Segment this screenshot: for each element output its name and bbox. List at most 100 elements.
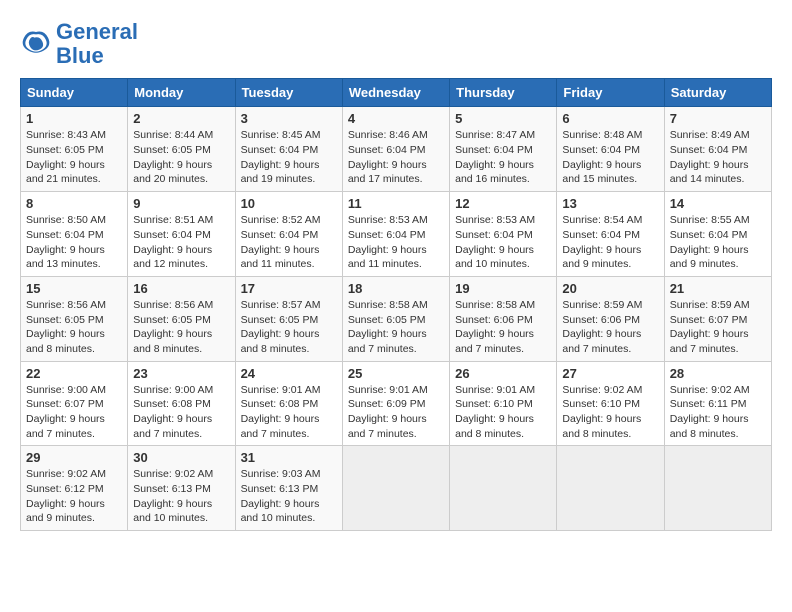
calendar-header-row: SundayMondayTuesdayWednesdayThursdayFrid…	[21, 79, 772, 107]
calendar-cell: 21 Sunrise: 8:59 AM Sunset: 6:07 PM Dayl…	[664, 276, 771, 361]
day-number: 16	[133, 281, 229, 296]
day-info: Sunrise: 9:01 AM Sunset: 6:10 PM Dayligh…	[455, 383, 551, 442]
day-info: Sunrise: 9:00 AM Sunset: 6:08 PM Dayligh…	[133, 383, 229, 442]
day-info: Sunrise: 9:01 AM Sunset: 6:08 PM Dayligh…	[241, 383, 337, 442]
calendar-cell: 11 Sunrise: 8:53 AM Sunset: 6:04 PM Dayl…	[342, 192, 449, 277]
day-info: Sunrise: 8:53 AM Sunset: 6:04 PM Dayligh…	[455, 213, 551, 272]
day-number: 31	[241, 450, 337, 465]
day-number: 21	[670, 281, 766, 296]
calendar-cell: 29 Sunrise: 9:02 AM Sunset: 6:12 PM Dayl…	[21, 446, 128, 531]
day-info: Sunrise: 8:57 AM Sunset: 6:05 PM Dayligh…	[241, 298, 337, 357]
day-number: 25	[348, 366, 444, 381]
day-number: 30	[133, 450, 229, 465]
day-number: 4	[348, 111, 444, 126]
day-number: 1	[26, 111, 122, 126]
day-info: Sunrise: 8:48 AM Sunset: 6:04 PM Dayligh…	[562, 128, 658, 187]
calendar-cell: 8 Sunrise: 8:50 AM Sunset: 6:04 PM Dayli…	[21, 192, 128, 277]
calendar-header-friday: Friday	[557, 79, 664, 107]
calendar-week-1: 1 Sunrise: 8:43 AM Sunset: 6:05 PM Dayli…	[21, 107, 772, 192]
day-info: Sunrise: 8:52 AM Sunset: 6:04 PM Dayligh…	[241, 213, 337, 272]
calendar-header-wednesday: Wednesday	[342, 79, 449, 107]
calendar-cell	[664, 446, 771, 531]
day-number: 14	[670, 196, 766, 211]
day-info: Sunrise: 9:02 AM Sunset: 6:12 PM Dayligh…	[26, 467, 122, 526]
calendar-header-sunday: Sunday	[21, 79, 128, 107]
calendar-cell	[342, 446, 449, 531]
day-info: Sunrise: 9:02 AM Sunset: 6:11 PM Dayligh…	[670, 383, 766, 442]
calendar-cell: 14 Sunrise: 8:55 AM Sunset: 6:04 PM Dayl…	[664, 192, 771, 277]
calendar-cell: 27 Sunrise: 9:02 AM Sunset: 6:10 PM Dayl…	[557, 361, 664, 446]
page-header: General Blue	[20, 20, 772, 68]
day-info: Sunrise: 8:56 AM Sunset: 6:05 PM Dayligh…	[26, 298, 122, 357]
logo-icon	[20, 28, 52, 60]
calendar-cell: 12 Sunrise: 8:53 AM Sunset: 6:04 PM Dayl…	[450, 192, 557, 277]
calendar-week-3: 15 Sunrise: 8:56 AM Sunset: 6:05 PM Dayl…	[21, 276, 772, 361]
day-number: 6	[562, 111, 658, 126]
day-number: 8	[26, 196, 122, 211]
day-number: 26	[455, 366, 551, 381]
day-number: 20	[562, 281, 658, 296]
logo: General Blue	[20, 20, 138, 68]
day-number: 5	[455, 111, 551, 126]
calendar-cell: 30 Sunrise: 9:02 AM Sunset: 6:13 PM Dayl…	[128, 446, 235, 531]
calendar-week-5: 29 Sunrise: 9:02 AM Sunset: 6:12 PM Dayl…	[21, 446, 772, 531]
day-number: 12	[455, 196, 551, 211]
day-number: 29	[26, 450, 122, 465]
calendar-cell: 24 Sunrise: 9:01 AM Sunset: 6:08 PM Dayl…	[235, 361, 342, 446]
calendar-cell: 15 Sunrise: 8:56 AM Sunset: 6:05 PM Dayl…	[21, 276, 128, 361]
day-number: 24	[241, 366, 337, 381]
calendar-cell: 10 Sunrise: 8:52 AM Sunset: 6:04 PM Dayl…	[235, 192, 342, 277]
day-number: 17	[241, 281, 337, 296]
calendar-cell	[557, 446, 664, 531]
calendar-header-monday: Monday	[128, 79, 235, 107]
day-info: Sunrise: 9:03 AM Sunset: 6:13 PM Dayligh…	[241, 467, 337, 526]
calendar-cell: 4 Sunrise: 8:46 AM Sunset: 6:04 PM Dayli…	[342, 107, 449, 192]
day-number: 23	[133, 366, 229, 381]
calendar-cell: 17 Sunrise: 8:57 AM Sunset: 6:05 PM Dayl…	[235, 276, 342, 361]
calendar-cell: 6 Sunrise: 8:48 AM Sunset: 6:04 PM Dayli…	[557, 107, 664, 192]
day-info: Sunrise: 8:46 AM Sunset: 6:04 PM Dayligh…	[348, 128, 444, 187]
day-info: Sunrise: 8:43 AM Sunset: 6:05 PM Dayligh…	[26, 128, 122, 187]
calendar-cell: 23 Sunrise: 9:00 AM Sunset: 6:08 PM Dayl…	[128, 361, 235, 446]
day-info: Sunrise: 8:54 AM Sunset: 6:04 PM Dayligh…	[562, 213, 658, 272]
day-number: 27	[562, 366, 658, 381]
day-number: 7	[670, 111, 766, 126]
calendar-cell: 3 Sunrise: 8:45 AM Sunset: 6:04 PM Dayli…	[235, 107, 342, 192]
calendar-cell: 20 Sunrise: 8:59 AM Sunset: 6:06 PM Dayl…	[557, 276, 664, 361]
calendar-cell: 31 Sunrise: 9:03 AM Sunset: 6:13 PM Dayl…	[235, 446, 342, 531]
calendar-cell: 19 Sunrise: 8:58 AM Sunset: 6:06 PM Dayl…	[450, 276, 557, 361]
calendar-cell: 9 Sunrise: 8:51 AM Sunset: 6:04 PM Dayli…	[128, 192, 235, 277]
calendar-header-tuesday: Tuesday	[235, 79, 342, 107]
day-info: Sunrise: 9:02 AM Sunset: 6:10 PM Dayligh…	[562, 383, 658, 442]
calendar-week-2: 8 Sunrise: 8:50 AM Sunset: 6:04 PM Dayli…	[21, 192, 772, 277]
calendar-cell: 13 Sunrise: 8:54 AM Sunset: 6:04 PM Dayl…	[557, 192, 664, 277]
calendar-cell	[450, 446, 557, 531]
day-info: Sunrise: 8:55 AM Sunset: 6:04 PM Dayligh…	[670, 213, 766, 272]
day-number: 15	[26, 281, 122, 296]
day-info: Sunrise: 8:49 AM Sunset: 6:04 PM Dayligh…	[670, 128, 766, 187]
day-info: Sunrise: 8:59 AM Sunset: 6:07 PM Dayligh…	[670, 298, 766, 357]
day-number: 19	[455, 281, 551, 296]
day-info: Sunrise: 9:00 AM Sunset: 6:07 PM Dayligh…	[26, 383, 122, 442]
day-number: 2	[133, 111, 229, 126]
day-info: Sunrise: 8:44 AM Sunset: 6:05 PM Dayligh…	[133, 128, 229, 187]
day-number: 28	[670, 366, 766, 381]
day-info: Sunrise: 8:53 AM Sunset: 6:04 PM Dayligh…	[348, 213, 444, 272]
calendar-header-saturday: Saturday	[664, 79, 771, 107]
day-info: Sunrise: 9:02 AM Sunset: 6:13 PM Dayligh…	[133, 467, 229, 526]
day-info: Sunrise: 8:50 AM Sunset: 6:04 PM Dayligh…	[26, 213, 122, 272]
day-info: Sunrise: 8:58 AM Sunset: 6:05 PM Dayligh…	[348, 298, 444, 357]
day-number: 3	[241, 111, 337, 126]
calendar-cell: 16 Sunrise: 8:56 AM Sunset: 6:05 PM Dayl…	[128, 276, 235, 361]
calendar-cell: 18 Sunrise: 8:58 AM Sunset: 6:05 PM Dayl…	[342, 276, 449, 361]
day-info: Sunrise: 8:45 AM Sunset: 6:04 PM Dayligh…	[241, 128, 337, 187]
calendar-header-thursday: Thursday	[450, 79, 557, 107]
day-number: 9	[133, 196, 229, 211]
day-info: Sunrise: 8:59 AM Sunset: 6:06 PM Dayligh…	[562, 298, 658, 357]
calendar-table: SundayMondayTuesdayWednesdayThursdayFrid…	[20, 78, 772, 531]
day-info: Sunrise: 9:01 AM Sunset: 6:09 PM Dayligh…	[348, 383, 444, 442]
calendar-cell: 25 Sunrise: 9:01 AM Sunset: 6:09 PM Dayl…	[342, 361, 449, 446]
logo-text: General Blue	[56, 20, 138, 68]
day-number: 22	[26, 366, 122, 381]
calendar-cell: 26 Sunrise: 9:01 AM Sunset: 6:10 PM Dayl…	[450, 361, 557, 446]
